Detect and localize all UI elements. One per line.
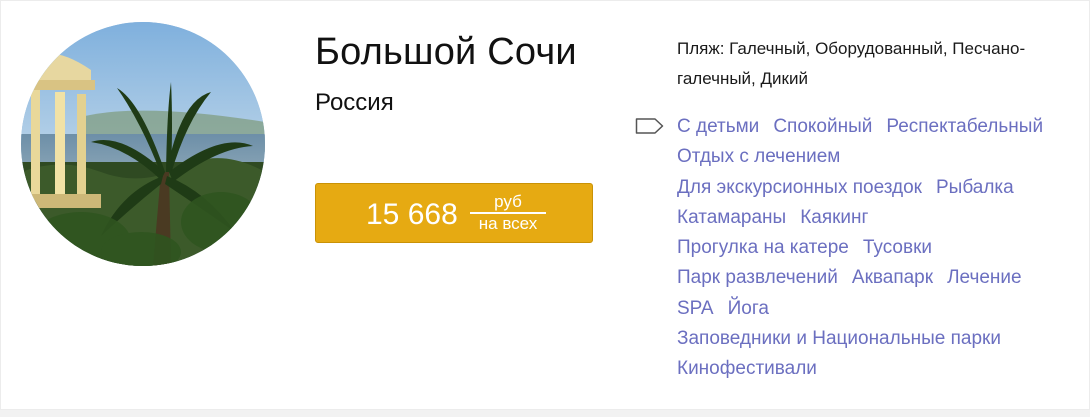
price-currency: руб	[470, 192, 546, 214]
tag-link[interactable]: Аквапарк	[852, 267, 933, 288]
tag-link[interactable]: Лечение	[947, 267, 1022, 288]
destination-photo[interactable]	[21, 22, 265, 266]
price-basis: на всех	[478, 214, 538, 233]
tag-row: Прогулка на катере Тусовки	[677, 233, 1077, 263]
card-bottom-divider	[0, 410, 1090, 417]
destination-card: Большой Сочи Россия 15 668 руб на всех П…	[0, 0, 1090, 410]
tag-link[interactable]: Парк развлечений	[677, 267, 838, 288]
tag-row: Парк развлечений Аквапарк Лечение	[677, 263, 1077, 293]
tag-link[interactable]: Заповедники и Национальные парки	[677, 328, 1001, 349]
tag-link[interactable]: Прогулка на катере	[677, 237, 849, 258]
tag-link[interactable]: Кинофестивали	[677, 358, 817, 379]
tag-link[interactable]: SPA	[677, 298, 714, 319]
tag-row: С детьми Спокойный Респектабельный	[677, 112, 1077, 142]
destination-photo-image	[21, 22, 265, 266]
destination-title: Большой Сочи	[315, 31, 577, 73]
tag-icon	[635, 118, 664, 134]
beach-info: Пляж: Галечный, Оборудованный, Песчано-г…	[677, 39, 1026, 88]
destination-country: Россия	[315, 89, 394, 116]
tag-link[interactable]: Отдых с лечением	[677, 146, 840, 167]
price-button[interactable]: 15 668 руб на всех	[315, 183, 593, 243]
tag-link[interactable]: Тусовки	[863, 237, 932, 258]
tag-link[interactable]: Каякинг	[800, 207, 868, 228]
tag-link[interactable]: Йога	[728, 298, 769, 319]
tag-row: Отдых с лечением	[677, 142, 1077, 172]
tag-link[interactable]: Рыбалка	[936, 177, 1014, 198]
tag-row: SPA Йога	[677, 294, 1077, 324]
tag-row: Катамараны Каякинг	[677, 203, 1077, 233]
tag-row: Кинофестивали	[677, 354, 1077, 384]
tag-link[interactable]: Респектабельный	[886, 116, 1043, 137]
tag-row: Для экскурсионных поездок Рыбалка	[677, 173, 1077, 203]
tag-link[interactable]: Спокойный	[773, 116, 872, 137]
tag-link[interactable]: С детьми	[677, 116, 759, 137]
tag-list: С детьми Спокойный Респектабельный Отдых с …	[677, 112, 1077, 385]
tag-row: Заповедники и Национальные парки	[677, 324, 1077, 354]
tag-link[interactable]: Катамараны	[677, 207, 786, 228]
price-amount: 15 668	[366, 198, 458, 231]
tag-link[interactable]: Для экскурсионных поездок	[677, 177, 922, 198]
price-unit: руб на всех	[470, 192, 546, 233]
